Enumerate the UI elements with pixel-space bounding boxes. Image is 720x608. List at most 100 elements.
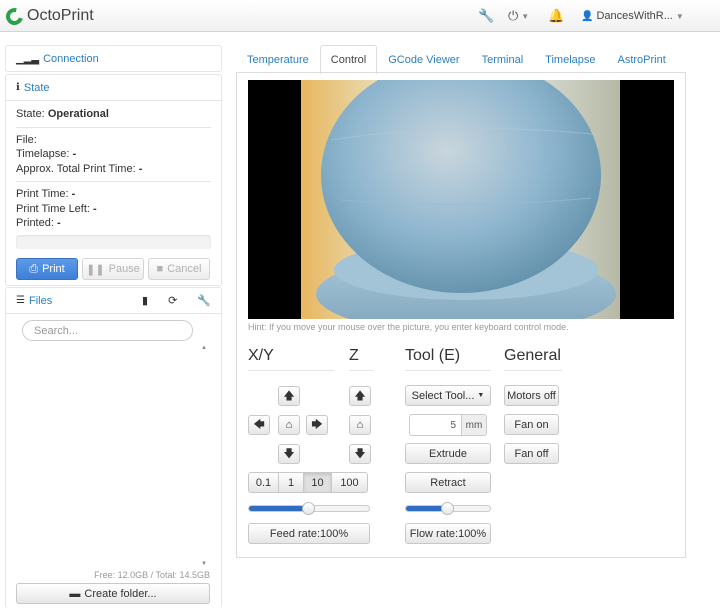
navbar: OctoPrint 🔧 ⏻ ▼ 🔔 👤 DancesWithR... ▼	[0, 0, 720, 32]
state-panel: ℹ State State: Operational File: Timelap…	[5, 74, 222, 286]
general-title: General	[504, 347, 562, 371]
print-time-row: Print Time: -	[16, 188, 76, 200]
bell-icon: 🔔	[548, 8, 565, 23]
files-toolbar: ▮ ⟳ 🔧	[142, 294, 211, 307]
cancel-button[interactable]: ■ Cancel	[148, 258, 210, 280]
print-progress-bar	[16, 234, 211, 249]
extrude-unit: mm	[461, 414, 487, 436]
step-0-1-button[interactable]: 0.1	[248, 472, 279, 493]
main-tabs: Temperature Control GCode Viewer Termina…	[236, 45, 677, 74]
arrow-down-icon: 🡇	[354, 447, 366, 460]
arrow-left-icon: 🡄	[253, 418, 265, 431]
print-controls: ⎙ Print ❚❚ Pause ■ Cancel	[16, 258, 210, 280]
notifications-button[interactable]: 🔔	[548, 7, 564, 25]
tab-timelapse[interactable]: Timelapse	[534, 45, 606, 73]
refresh-icon[interactable]: ⟳	[168, 294, 177, 307]
tab-control[interactable]: Control	[319, 45, 378, 74]
webcam-frame-graphic	[301, 80, 620, 319]
print-time-left-row: Print Time Left: -	[16, 202, 97, 215]
home-xy-button[interactable]: ⌂	[278, 415, 300, 435]
wrench-icon: 🔧	[478, 8, 495, 23]
webcam-hint: Hint: If you move your mouse over the pi…	[248, 322, 569, 332]
approx-time-row: Approx. Total Print Time: -	[16, 162, 143, 175]
select-tool-dropdown[interactable]: Select Tool... ▼	[405, 385, 491, 406]
retract-button[interactable]: Retract	[405, 472, 491, 493]
jog-z-minus-button[interactable]: 🡇	[349, 444, 371, 464]
webcam-stream[interactable]	[248, 80, 674, 319]
chevron-down-icon: ▼	[477, 392, 485, 399]
system-menu[interactable]: 🔧	[478, 7, 494, 25]
file-icon[interactable]: ▮	[142, 294, 148, 307]
connection-title: Connection	[43, 53, 99, 65]
jog-x-minus-button[interactable]: 🡄	[248, 415, 270, 435]
octoprint-logo-icon	[2, 4, 27, 28]
flow-rate-button[interactable]: Flow rate:100%	[405, 523, 491, 544]
arrow-right-icon: 🡆	[311, 418, 323, 431]
tool-title: Tool (E)	[405, 347, 491, 371]
pause-button[interactable]: ❚❚ Pause	[82, 258, 144, 280]
brand-name: OctoPrint	[27, 7, 94, 24]
jog-z-plus-button[interactable]: 🡅	[349, 386, 371, 406]
feed-rate-slider-fill	[249, 506, 309, 511]
tab-gcode-viewer[interactable]: GCode Viewer	[377, 45, 470, 73]
file-row: File:	[16, 133, 37, 146]
printed-row: Printed: -	[16, 217, 61, 229]
flow-rate-slider-handle[interactable]	[441, 502, 454, 515]
arrow-up-icon: 🡅	[354, 389, 366, 402]
scroll-up-icon[interactable]: ▲	[201, 345, 207, 351]
brand[interactable]: OctoPrint	[2, 4, 94, 28]
state-title: State	[23, 81, 50, 94]
jog-step-group: 0.1 1 10 100	[248, 472, 368, 493]
wrench-icon[interactable]: 🔧	[197, 294, 211, 307]
jog-x-plus-button[interactable]: 🡆	[306, 415, 328, 435]
step-100-button[interactable]: 100	[331, 472, 368, 493]
fan-off-button[interactable]: Fan off	[504, 443, 559, 464]
state-body: State: Operational File: Timelapse: - Ap…	[6, 101, 221, 255]
fan-on-button[interactable]: Fan on	[504, 414, 559, 435]
xy-title: X/Y	[248, 347, 334, 371]
extrude-amount-input[interactable]	[409, 414, 461, 436]
print-button[interactable]: ⎙ Print	[16, 258, 78, 280]
arrow-down-icon: 🡇	[283, 447, 295, 460]
power-menu[interactable]: ⏻ ▼	[508, 7, 529, 25]
step-1-button[interactable]: 1	[278, 472, 304, 493]
user-icon: 👤	[581, 10, 594, 22]
connection-header[interactable]: ▁▂▃ Connection	[6, 46, 221, 72]
state-row: State: Operational	[16, 108, 109, 120]
extrude-button[interactable]: Extrude	[405, 443, 491, 464]
timelapse-row: Timelapse: -	[16, 148, 77, 160]
signal-icon: ▁▂▃	[16, 53, 40, 65]
user-name: DancesWithR...	[596, 10, 673, 22]
webcam-image	[301, 80, 620, 319]
user-menu[interactable]: 👤 DancesWithR... ▼	[581, 7, 684, 25]
jog-y-plus-button[interactable]: 🡅	[278, 386, 300, 406]
z-title: Z	[349, 347, 373, 371]
state-header[interactable]: ℹ State	[6, 75, 221, 101]
tab-terminal[interactable]: Terminal	[471, 45, 535, 73]
tab-astroprint[interactable]: AstroPrint	[607, 45, 677, 73]
printer-icon: ⎙	[29, 262, 39, 275]
step-10-button[interactable]: 10	[303, 472, 332, 493]
tab-temperature[interactable]: Temperature	[236, 45, 320, 73]
home-z-button[interactable]: ⌂	[349, 415, 371, 435]
scroll-down-icon[interactable]: ▼	[201, 561, 207, 567]
extrude-amount-group: mm	[409, 414, 487, 436]
create-folder-button[interactable]: ▬ Create folder...	[16, 583, 210, 604]
feed-rate-button[interactable]: Feed rate:100%	[248, 523, 370, 544]
feed-rate-slider-handle[interactable]	[302, 502, 315, 515]
chevron-down-icon: ▼	[521, 11, 530, 21]
divider	[16, 181, 211, 182]
stop-icon: ■	[156, 263, 164, 275]
motors-off-button[interactable]: Motors off	[504, 385, 559, 406]
folder-icon: ▬	[69, 587, 81, 600]
home-icon: ⌂	[356, 419, 364, 431]
home-icon: ⌂	[285, 419, 293, 431]
jog-y-minus-button[interactable]: 🡇	[278, 444, 300, 464]
info-icon: ℹ	[16, 82, 20, 93]
feed-rate-slider[interactable]	[248, 502, 370, 515]
flow-rate-slider[interactable]	[405, 502, 491, 515]
list-icon: ☰	[16, 295, 25, 306]
files-scrollbar[interactable]: ▲ ▼	[201, 345, 209, 567]
files-search-input[interactable]	[22, 320, 193, 341]
storage-info: Free: 12.0GB / Total: 14.5GB	[94, 570, 210, 580]
